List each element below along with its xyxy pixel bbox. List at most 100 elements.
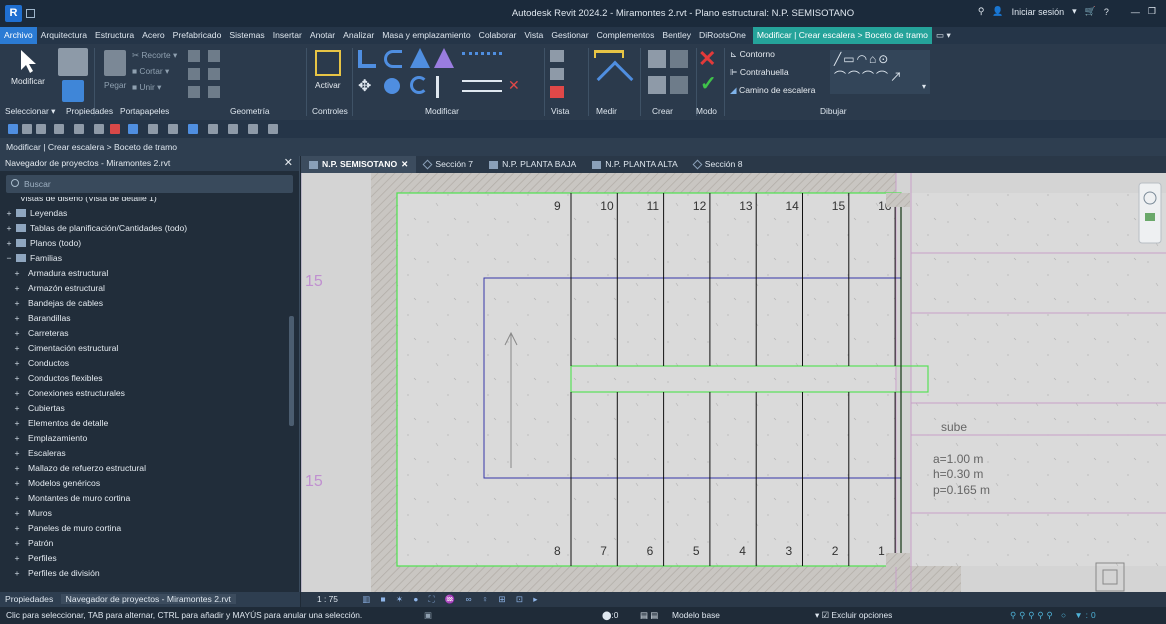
cart-icon[interactable]: 🛒 [1085, 6, 1096, 17]
close-icon[interactable]: ✕ [284, 156, 293, 171]
scrollbar-thumb[interactable] [289, 316, 294, 426]
view-tab[interactable]: N.P. PLANTA BAJA [481, 156, 584, 173]
design-options-icon[interactable]: ▤ ▤ [640, 607, 658, 624]
expand-icon[interactable]: + [12, 551, 22, 566]
boundary-button[interactable]: ⊾ Contorno [730, 49, 775, 60]
zoom-icon[interactable] [1145, 213, 1155, 221]
section-icon[interactable] [188, 124, 198, 134]
tab-estructura[interactable]: Estructura [91, 27, 138, 44]
paste-button[interactable]: Pegar [104, 80, 126, 90]
properties-icon[interactable] [62, 80, 84, 102]
tree-item[interactable]: + Armazón estructural [12, 281, 104, 296]
join-button[interactable]: ■ Unir ▾ [132, 82, 161, 92]
tab-masa[interactable]: Masa y emplazamiento [378, 27, 474, 44]
thin-lines-icon[interactable] [208, 124, 218, 134]
create-tools[interactable] [648, 50, 694, 96]
workset-count[interactable]: ⬤:0 [602, 607, 618, 624]
tab-properties[interactable]: Propiedades [0, 594, 58, 604]
tab-anotar[interactable]: Anotar [306, 27, 339, 44]
tag-icon[interactable] [128, 124, 138, 134]
expand-icon[interactable]: + [12, 476, 22, 491]
tab-insertar[interactable]: Insertar [269, 27, 306, 44]
tab-archivo[interactable]: Archivo [0, 27, 37, 44]
measure-tools[interactable] [594, 50, 634, 98]
cut-button[interactable]: ■ Cortar ▾ [132, 66, 169, 76]
workset-icon[interactable]: ▣ [424, 607, 432, 624]
redo-icon[interactable] [74, 124, 84, 134]
modify-tools[interactable]: ✥ ✕ [358, 48, 538, 104]
expand-icon[interactable]: + [12, 341, 22, 356]
expand-icon[interactable]: + [12, 431, 22, 446]
expand-icon[interactable]: + [4, 206, 14, 221]
tab-sistemas[interactable]: Sistemas [225, 27, 268, 44]
text-icon[interactable] [148, 124, 158, 134]
tree-item[interactable]: + Carreteras [12, 326, 68, 341]
expand-icon[interactable]: + [4, 221, 14, 236]
tree-item[interactable]: + Conexiones estructurales [12, 386, 125, 401]
undo-icon[interactable] [54, 124, 64, 134]
view-tab[interactable]: N.P. PLANTA ALTA [584, 156, 685, 173]
expand-icon[interactable]: + [12, 401, 22, 416]
tree-item[interactable]: + Armadura estructural [12, 266, 108, 281]
drawing-area[interactable]: 9 8 10 7 11 6 12 5 13 4 14 3 15 2 16 1 15 15 sube a=1.0… [301, 173, 1166, 592]
expand-icon[interactable]: + [12, 461, 22, 476]
search-input[interactable]: Buscar [6, 175, 293, 193]
scale-selector[interactable]: 1 : 75 [317, 594, 338, 604]
activate-button[interactable]: Activar [315, 80, 341, 90]
view-tab[interactable]: Sección 7 [416, 156, 481, 173]
geometry-tools[interactable] [188, 50, 248, 98]
tab-bentley[interactable]: Bentley [658, 27, 695, 44]
stair-path-button[interactable]: ◢ Camino de escalera [730, 85, 815, 96]
user-icon[interactable]: 👤 [992, 6, 1003, 17]
close-hidden-icon[interactable] [228, 124, 238, 134]
tab-acero[interactable]: Acero [138, 27, 168, 44]
tree-item[interactable]: + Montantes de muro cortina [12, 491, 130, 506]
expand-icon[interactable]: + [12, 491, 22, 506]
tree-item[interactable]: + Conductos flexibles [12, 371, 102, 386]
view-tools[interactable] [550, 50, 584, 98]
switch-windows-icon[interactable] [248, 124, 258, 134]
model-selector[interactable]: Modelo base [672, 607, 720, 624]
tree-item[interactable]: + Bandejas de cables [12, 296, 103, 311]
cancel-edit-mode-icon[interactable]: ✕ [698, 48, 716, 70]
close-tab-icon[interactable]: ✕ [401, 156, 408, 173]
tree-item[interactable]: Vistas de diseño (Vista de detalle 1) [4, 197, 157, 206]
tree-item[interactable]: + Barandillas [12, 311, 70, 326]
tree-item[interactable]: − Familias [4, 251, 62, 266]
expand-icon[interactable]: + [12, 296, 22, 311]
measure-icon[interactable] [110, 124, 120, 134]
expand-icon[interactable]: + [12, 446, 22, 461]
tab-arquitectura[interactable]: Arquitectura [37, 27, 91, 44]
binoculars-icon[interactable]: ⚲ [978, 6, 985, 17]
expand-icon[interactable]: + [12, 416, 22, 431]
tree-item[interactable]: + Emplazamiento [12, 431, 87, 446]
selection-filter-icons[interactable]: ⚲⚲⚲⚲⚲ ○ ▼:0 [1010, 607, 1099, 624]
expand-icon[interactable]: + [12, 311, 22, 326]
3d-view-icon[interactable] [168, 124, 178, 134]
chevron-down-icon[interactable]: ▾ [1072, 6, 1077, 17]
tab-dirootsone[interactable]: DiRootsOne [695, 27, 750, 44]
tree-item[interactable]: + Modelos genéricos [12, 476, 100, 491]
tab-project-browser[interactable]: Navegador de proyectos - Miramontes 2.rv… [60, 594, 236, 604]
tree-item[interactable]: + Escaleras [12, 446, 65, 461]
print-icon[interactable] [94, 124, 104, 134]
panel-select[interactable]: Seleccionar ▾ [5, 106, 55, 116]
exclude-options[interactable]: ▾ ☑ Excluir opciones [815, 607, 892, 624]
draw-gallery[interactable]: ╱▭◠⌂⊙ ⌒⌒⌒⌒↗ ▾ [830, 50, 930, 94]
modify-button[interactable]: Modificar [8, 48, 48, 108]
tab-analizar[interactable]: Analizar [339, 27, 378, 44]
tree-item[interactable]: + Perfiles [12, 551, 56, 566]
expand-icon[interactable]: + [12, 266, 22, 281]
stair-sketch[interactable]: 98107116125134143152161 15 15 sube a=1.0… [301, 173, 1166, 592]
expand-icon[interactable]: + [12, 566, 22, 581]
tab-vista[interactable]: Vista [520, 27, 547, 44]
riser-button[interactable]: ⊫ Contrahuella [730, 67, 789, 78]
expand-icon[interactable]: + [12, 521, 22, 536]
open-icon[interactable] [8, 124, 18, 134]
collapse-icon[interactable]: − [4, 251, 14, 266]
view-tab[interactable]: Sección 8 [686, 156, 751, 173]
expand-icon[interactable]: + [12, 326, 22, 341]
restore-icon[interactable]: ❐ [1148, 6, 1156, 17]
expand-icon[interactable]: + [12, 536, 22, 551]
expand-icon[interactable]: + [12, 356, 22, 371]
